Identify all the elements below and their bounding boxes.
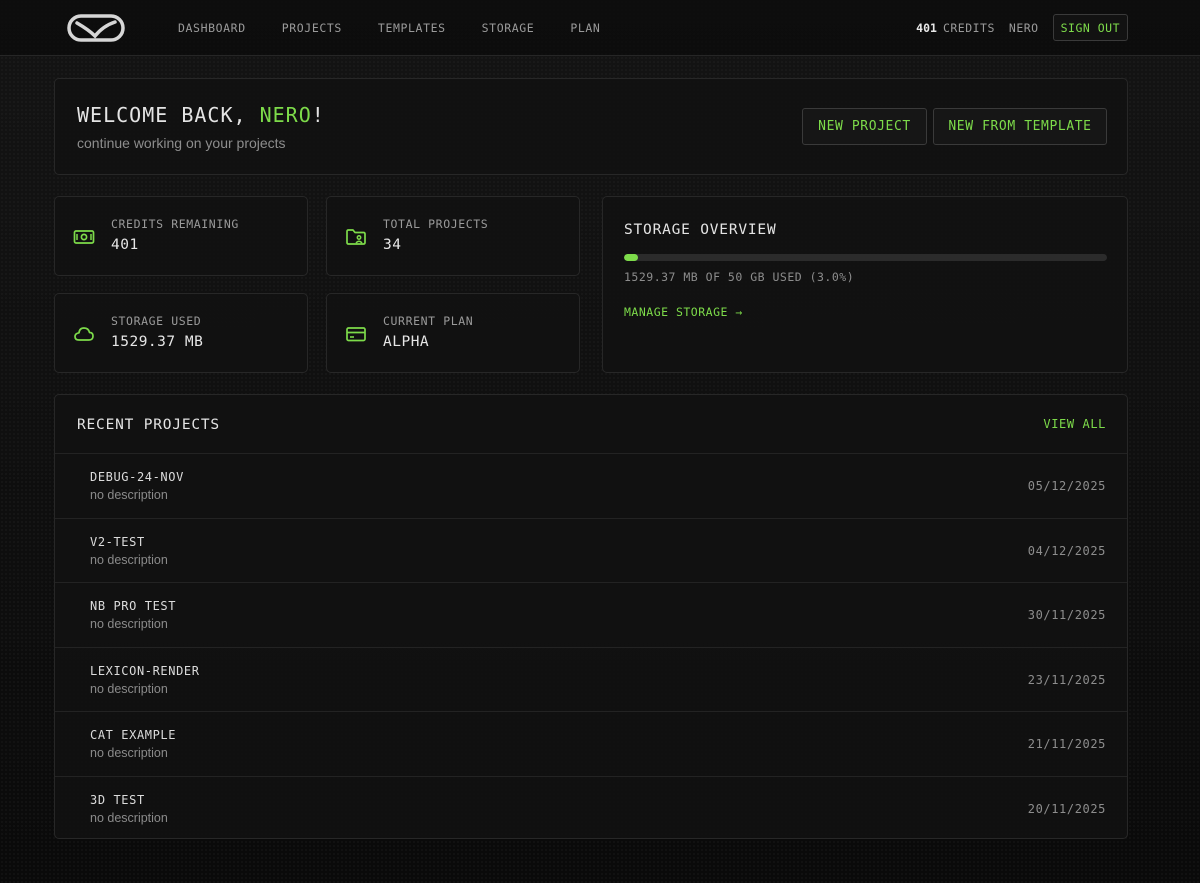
project-row[interactable]: NB PRO TEST no description 30/11/2025	[55, 582, 1127, 647]
welcome-prefix: WELCOME BACK,	[77, 103, 260, 127]
stat-label: CREDITS REMAINING	[111, 217, 239, 231]
project-description: no description	[90, 488, 168, 502]
recent-projects-card: RECENT PROJECTS VIEW ALL DEBUG-24-NOV no…	[54, 394, 1128, 839]
stat-storage-used: STORAGE USED 1529.37 MB	[54, 293, 308, 373]
credits-count: 401	[916, 20, 937, 35]
nav-templates[interactable]: TEMPLATES	[378, 21, 446, 35]
logo-icon[interactable]	[67, 14, 125, 42]
nav-dashboard[interactable]: DASHBOARD	[178, 21, 246, 35]
nav-plan[interactable]: PLAN	[570, 21, 600, 35]
storage-progress-fill	[624, 254, 639, 261]
money-icon	[73, 230, 95, 244]
storage-progress-bar	[624, 254, 1107, 261]
stat-value: 34	[383, 237, 402, 253]
stat-credits-remaining: CREDITS REMAINING 401	[54, 196, 308, 276]
project-description: no description	[90, 552, 168, 567]
storage-overview-title: STORAGE OVERVIEW	[624, 222, 777, 238]
project-name: LEXICON-RENDER	[90, 663, 200, 678]
new-from-template-button[interactable]: NEW FROM TEMPLATE	[933, 108, 1107, 145]
credits-label: CREDITS	[942, 20, 995, 35]
new-project-button[interactable]: NEW PROJECT	[802, 108, 927, 145]
project-description: no description	[90, 810, 168, 825]
welcome-suffix: !	[311, 103, 325, 127]
project-description: no description	[90, 617, 168, 631]
project-row[interactable]: 3D TEST no description 20/11/2025	[55, 775, 1127, 841]
stat-value: 401	[111, 237, 139, 253]
project-description: no description	[90, 746, 168, 760]
username: NERO	[1008, 20, 1039, 35]
stat-total-projects: TOTAL PROJECTS 34	[326, 196, 580, 276]
project-date: 30/11/2025	[1027, 608, 1106, 622]
stat-value: ALPHA	[383, 334, 430, 350]
account-area: 401 CREDITS NERO SIGN OUT	[916, 14, 1128, 41]
project-row[interactable]: V2-TEST no description 04/12/2025	[55, 517, 1127, 583]
credit-card-icon	[346, 327, 366, 342]
sign-out-button[interactable]: SIGN OUT	[1052, 14, 1128, 41]
project-date: 04/12/2025	[1027, 543, 1106, 558]
welcome-username: NERO	[259, 103, 312, 127]
stat-current-plan: CURRENT PLAN ALPHA	[326, 293, 580, 373]
welcome-title: WELCOME BACK, NERO!	[77, 103, 325, 127]
project-description: no description	[90, 681, 168, 696]
stat-label: TOTAL PROJECTS	[383, 217, 489, 231]
welcome-card: WELCOME BACK, NERO! continue working on …	[54, 78, 1128, 175]
project-date: 05/12/2025	[1027, 479, 1106, 493]
main-nav: DASHBOARD PROJECTS TEMPLATES STORAGE PLA…	[178, 0, 636, 56]
project-row[interactable]: LEXICON-RENDER no description 23/11/2025	[55, 646, 1127, 712]
project-row[interactable]: CAT EXAMPLE no description 21/11/2025	[55, 711, 1127, 776]
welcome-subtitle: continue working on your projects	[77, 135, 286, 151]
stat-label: STORAGE USED	[111, 314, 202, 328]
recent-projects-title: RECENT PROJECTS	[77, 417, 220, 433]
project-date: 23/11/2025	[1027, 672, 1106, 687]
projects-list: DEBUG-24-NOV no description 05/12/2025 V…	[55, 453, 1127, 840]
project-name: V2-TEST	[90, 534, 145, 549]
stat-label: CURRENT PLAN	[383, 314, 474, 328]
project-row[interactable]: DEBUG-24-NOV no description 05/12/2025	[55, 453, 1127, 518]
project-name: NB PRO TEST	[90, 599, 177, 613]
project-name: 3D TEST	[90, 792, 145, 807]
project-name: CAT EXAMPLE	[90, 728, 177, 742]
cloud-icon	[74, 327, 94, 341]
folder-user-icon	[346, 229, 366, 245]
storage-overview-card: STORAGE OVERVIEW 1529.37 MB OF 50 GB USE…	[602, 196, 1128, 373]
manage-storage-link[interactable]: MANAGE STORAGE →	[624, 305, 743, 319]
project-date: 20/11/2025	[1027, 801, 1106, 816]
nav-projects[interactable]: PROJECTS	[282, 21, 342, 35]
project-name: DEBUG-24-NOV	[90, 470, 184, 484]
view-all-link[interactable]: VIEW ALL	[1043, 417, 1106, 431]
nav-storage[interactable]: STORAGE	[482, 21, 535, 35]
stat-value: 1529.37 MB	[111, 334, 204, 350]
storage-usage-text: 1529.37 MB OF 50 GB USED (3.0%)	[624, 270, 855, 284]
top-navigation-bar: DASHBOARD PROJECTS TEMPLATES STORAGE PLA…	[0, 0, 1200, 56]
project-date: 21/11/2025	[1027, 737, 1106, 751]
